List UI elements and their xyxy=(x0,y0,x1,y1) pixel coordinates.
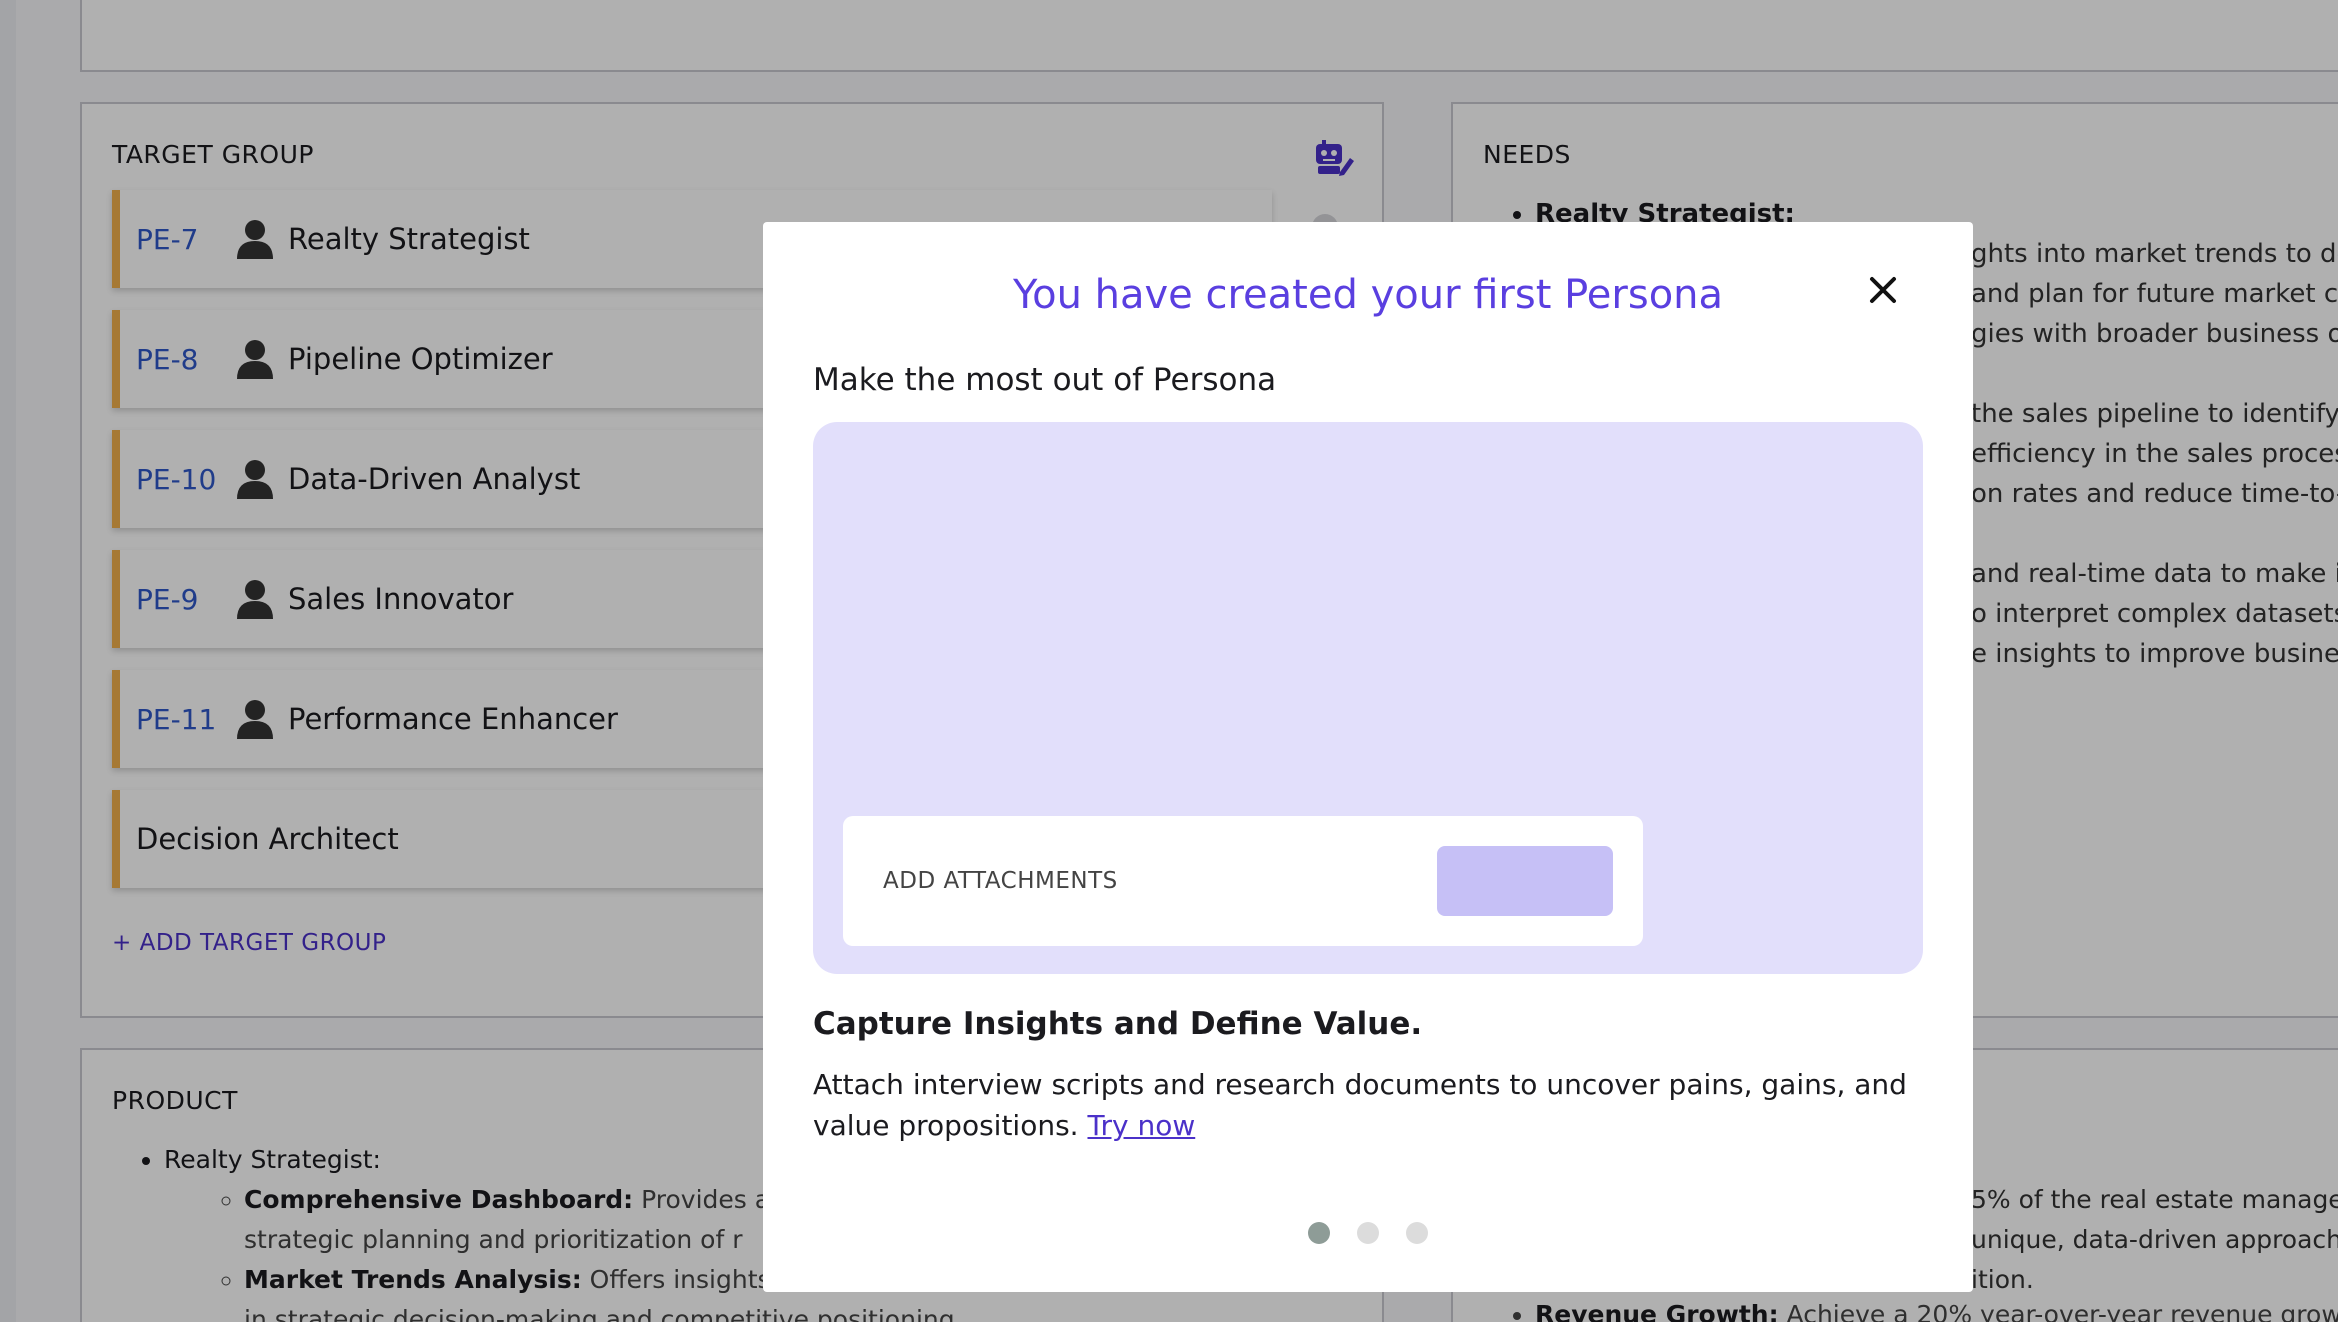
modal-body-text: Attach interview scripts and research do… xyxy=(813,1068,1907,1142)
pagination-dot-2[interactable] xyxy=(1357,1222,1379,1244)
pagination-dots xyxy=(1308,1222,1428,1244)
onboarding-modal: You have created your first Persona Make… xyxy=(763,222,1973,1292)
feature-preview: ADD ATTACHMENTS xyxy=(813,422,1923,974)
pagination-dot-1[interactable] xyxy=(1308,1222,1330,1244)
add-attachment-button[interactable] xyxy=(1437,846,1613,916)
modal-body: Attach interview scripts and research do… xyxy=(813,1064,1923,1146)
modal-heading: Capture Insights and Define Value. xyxy=(813,1006,1423,1042)
pagination-dot-3[interactable] xyxy=(1406,1222,1428,1244)
modal-title: You have created your first Persona xyxy=(1012,272,1724,318)
try-now-link[interactable]: Try now xyxy=(1087,1109,1195,1142)
attachments-label: ADD ATTACHMENTS xyxy=(883,868,1118,894)
attachments-card: ADD ATTACHMENTS xyxy=(843,816,1643,946)
close-icon[interactable] xyxy=(1863,270,1903,310)
modal-subtitle: Make the most out of Persona xyxy=(813,362,1277,398)
